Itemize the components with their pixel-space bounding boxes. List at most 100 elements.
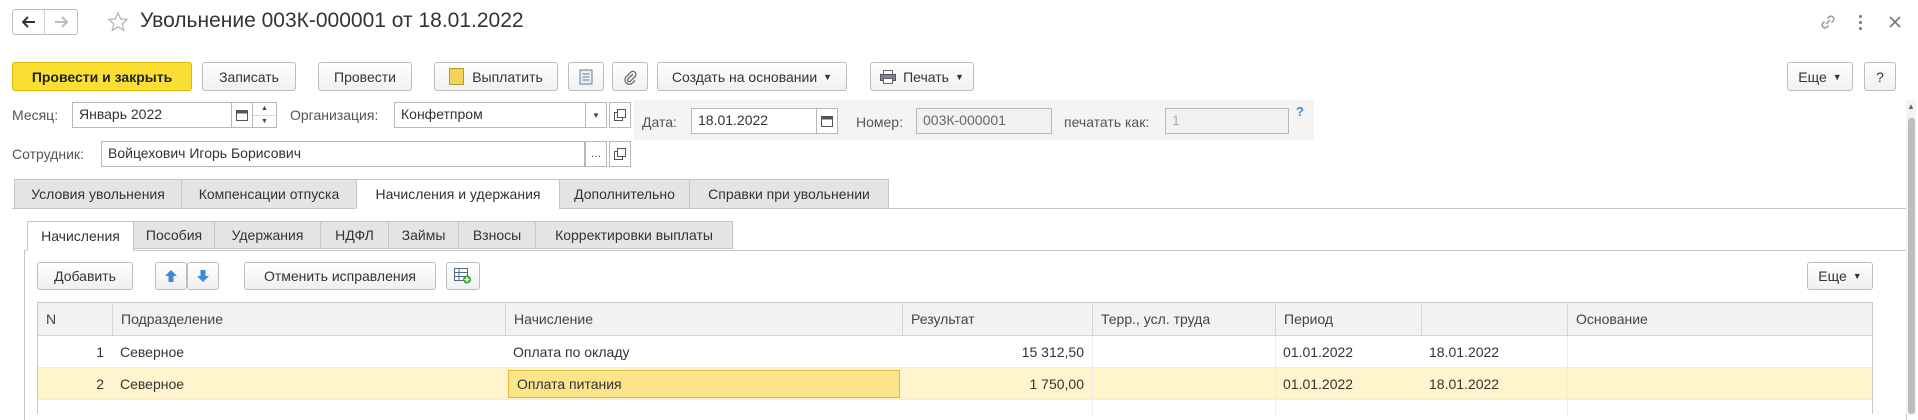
tab-dismissal-certificates[interactable]: Справки при увольнении — [689, 179, 889, 209]
territory-cell[interactable] — [1092, 368, 1275, 399]
department-cell[interactable]: Северное — [112, 336, 505, 367]
more-button[interactable]: Еще ▼ — [1787, 62, 1853, 91]
tab-dismissal-conditions[interactable]: Условия увольнения — [14, 179, 182, 209]
document-journal-button[interactable] — [568, 62, 604, 91]
subtab-benefits[interactable]: Пособия — [133, 221, 215, 249]
post-and-close-button[interactable]: Провести и закрыть — [12, 62, 192, 91]
column-header-accrual[interactable]: Начисление — [505, 303, 902, 335]
employee-field[interactable]: Войцехович Игорь Борисович — [101, 141, 585, 167]
basis-cell[interactable] — [1567, 336, 1874, 367]
column-header-department[interactable]: Подразделение — [112, 303, 505, 335]
table-row[interactable]: 2 Северное Оплата питания 1 750,00 01.01… — [38, 368, 1872, 400]
date-field[interactable]: 18.01.2022 — [691, 108, 817, 134]
print-as-label: печатать как: — [1064, 114, 1150, 130]
table-settings-button[interactable] — [446, 262, 480, 290]
scroll-up-arrow-icon[interactable]: ▲ — [1906, 102, 1916, 114]
accrual-cell[interactable]: Оплата по окладу — [505, 336, 902, 367]
caret-down-icon: ▼ — [954, 71, 964, 82]
subtab-loans[interactable]: Займы — [388, 221, 459, 249]
page-title: Увольнение 003К-000001 от 18.01.2022 — [140, 9, 524, 32]
period-end-cell[interactable]: 18.01.2022 — [1421, 336, 1567, 367]
open-form-icon — [614, 109, 626, 121]
tab-additional[interactable]: Дополнительно — [559, 179, 690, 209]
print-as-field[interactable]: 1 — [1165, 108, 1289, 134]
table-row[interactable]: 1 Северное Оплата по окладу 15 312,50 01… — [38, 336, 1872, 368]
employee-label: Сотрудник: — [12, 146, 84, 162]
period-start-cell[interactable]: 01.01.2022 — [1275, 336, 1421, 367]
organization-open-button[interactable] — [609, 102, 631, 128]
table-more-label: Еще — [1818, 268, 1847, 284]
cancel-corrections-button[interactable]: Отменить исправления — [244, 262, 436, 290]
month-label: Месяц: — [12, 107, 59, 123]
close-icon[interactable] — [1885, 12, 1905, 32]
post-button[interactable]: Провести — [318, 62, 412, 91]
scrollbar-thumb[interactable] — [1908, 118, 1915, 414]
stepper-down-icon[interactable]: ▼ — [253, 116, 276, 128]
result-cell[interactable]: 1 750,00 — [902, 368, 1092, 399]
add-button[interactable]: Добавить — [37, 262, 133, 290]
help-hint-icon[interactable]: ? — [1296, 104, 1304, 119]
help-button[interactable]: ? — [1864, 62, 1896, 91]
department-cell[interactable]: Северное — [112, 368, 505, 399]
accrual-cell-selected[interactable]: Оплата питания — [508, 370, 900, 398]
period-end-cell[interactable]: 18.01.2022 — [1421, 368, 1567, 399]
column-header-period[interactable]: Период — [1275, 303, 1421, 335]
subtab-contributions[interactable]: Взносы — [458, 221, 536, 249]
link-icon[interactable] — [1818, 12, 1838, 32]
more-label: Еще — [1798, 68, 1827, 85]
calendar-icon — [236, 110, 248, 121]
create-based-on-button[interactable]: Создать на основании ▼ — [657, 62, 847, 91]
month-stepper[interactable]: ▲ ▼ — [252, 102, 277, 128]
back-arrow-icon[interactable] — [13, 10, 46, 34]
pay-button[interactable]: Выплатить — [434, 62, 558, 91]
basis-cell[interactable] — [1567, 368, 1874, 399]
create-based-on-label: Создать на основании — [671, 68, 818, 85]
arrow-up-icon — [165, 270, 177, 282]
caret-down-icon: ▼ — [592, 110, 600, 120]
calendar-icon — [821, 116, 833, 127]
open-form-icon — [614, 148, 626, 160]
caret-down-icon: ▼ — [1852, 271, 1862, 281]
attach-button[interactable] — [612, 62, 648, 91]
subtab-payment-corrections[interactable]: Корректировки выплаты — [535, 221, 733, 249]
list-document-icon — [579, 69, 593, 84]
period-start-cell[interactable]: 01.01.2022 — [1275, 368, 1421, 399]
date-calendar-button[interactable] — [816, 108, 838, 134]
organization-field[interactable]: Конфетпром — [394, 102, 586, 128]
nav-buttons — [12, 9, 78, 35]
subtab-deductions[interactable]: Удержания — [214, 221, 321, 249]
organization-dropdown-button[interactable]: ▼ — [585, 102, 607, 128]
table-header: N Подразделение Начисление Результат Тер… — [38, 303, 1872, 336]
column-header-n[interactable]: N — [38, 303, 112, 335]
month-calendar-button[interactable] — [231, 102, 253, 128]
territory-cell[interactable] — [1092, 336, 1275, 367]
move-up-button[interactable] — [155, 262, 187, 290]
column-header-territory-conditions[interactable]: Терр., усл. труда — [1092, 303, 1275, 335]
employee-select-button[interactable]: … — [585, 141, 607, 167]
employee-open-button[interactable] — [609, 141, 631, 167]
row-number: 2 — [96, 375, 104, 392]
move-down-button[interactable] — [187, 262, 219, 290]
column-header-basis[interactable]: Основание — [1567, 303, 1874, 335]
column-header-period-end[interactable] — [1421, 303, 1567, 335]
caret-down-icon: ▼ — [823, 71, 833, 82]
subtab-ndfl[interactable]: НДФЛ — [320, 221, 389, 249]
caret-down-icon: ▼ — [1832, 71, 1842, 82]
month-field[interactable]: Январь 2022 — [72, 102, 232, 128]
forward-arrow-icon[interactable] — [45, 10, 77, 34]
tab-accruals-deductions[interactable]: Начисления и удержания — [356, 179, 560, 209]
number-field[interactable]: 003К-000001 — [916, 108, 1052, 134]
print-button[interactable]: Печать ▼ — [870, 62, 974, 91]
menu-dots-icon[interactable] — [1854, 12, 1866, 32]
save-button[interactable]: Записать — [202, 62, 296, 91]
number-label: Номер: — [856, 114, 903, 130]
arrow-down-icon — [197, 270, 209, 282]
column-header-result[interactable]: Результат — [902, 303, 1092, 335]
favorite-star-icon[interactable] — [107, 11, 129, 33]
table-more-button[interactable]: Еще ▼ — [1807, 262, 1873, 290]
subtab-accruals[interactable]: Начисления — [27, 221, 134, 251]
stepper-up-icon[interactable]: ▲ — [253, 103, 276, 116]
tab-leave-compensation[interactable]: Компенсации отпуска — [181, 179, 357, 209]
result-cell[interactable]: 15 312,50 — [902, 336, 1092, 367]
paperclip-icon — [624, 70, 637, 85]
